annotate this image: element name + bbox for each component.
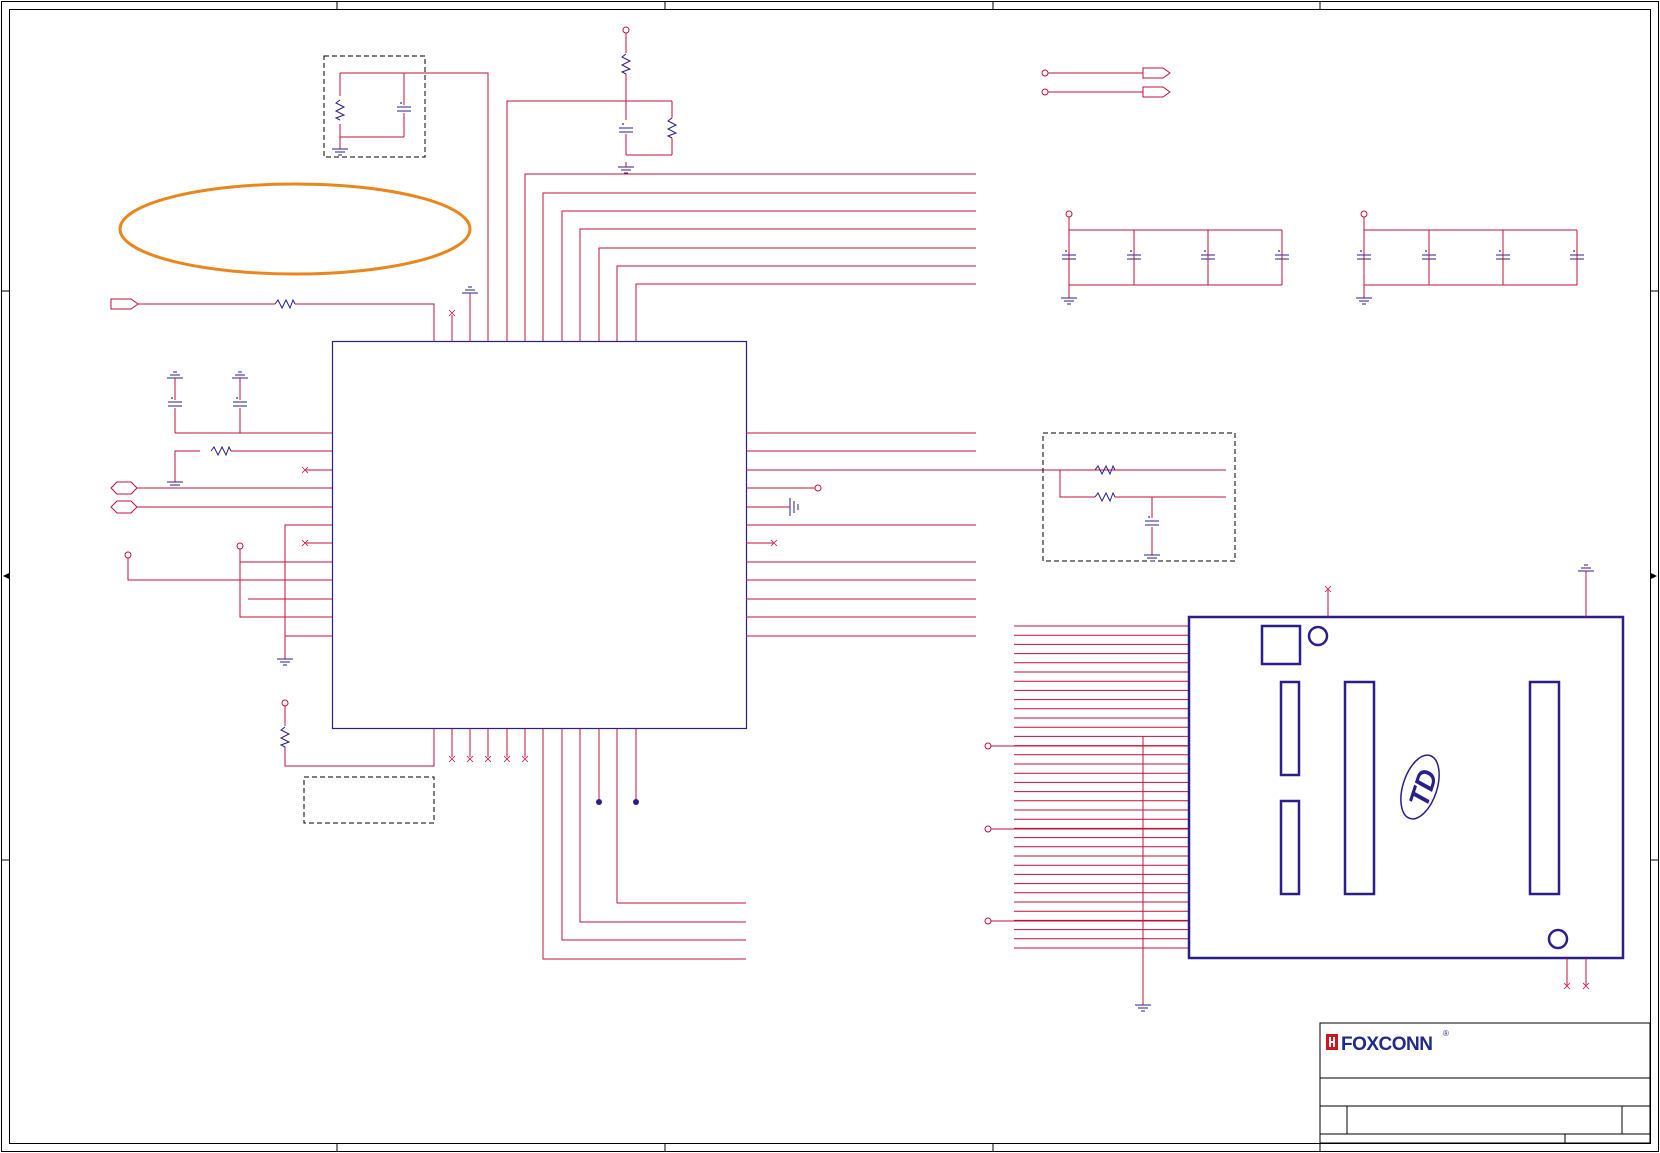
zone-arrow-icon [3, 573, 1657, 579]
module-rails [984, 736, 1144, 1000]
main-ic-body [331, 340, 748, 730]
left-ports [110, 481, 332, 514]
left-decoupling [166, 371, 332, 489]
bottom-nc-pins [451, 729, 526, 757]
decoupling-bank-2 [1355, 210, 1585, 305]
schematic-canvas: TD FOXCONN ® [1, 1, 1659, 1152]
registered-mark: ® [1443, 1029, 1449, 1038]
left-lower-pins [124, 524, 332, 656]
foxconn-logo: FOXCONN ® [1326, 1029, 1449, 1055]
offpage-port-icon [1041, 67, 1171, 98]
schematic-sheet: TD FOXCONN ® [0, 0, 1660, 1153]
module-td-badge: TD [1400, 754, 1444, 820]
module-badge-text: TD [1403, 766, 1444, 811]
annotation-ellipse [118, 182, 472, 276]
input-port-top [110, 298, 435, 341]
junction-icon [633, 799, 639, 805]
module-fanout-lines [991, 625, 1189, 949]
rc-network-right [1042, 432, 1236, 562]
bottom-pin-bus [542, 729, 746, 960]
junction-icon [596, 799, 602, 805]
company-logo-text: FOXCONN [1341, 1034, 1433, 1055]
module-body [1187, 615, 1625, 960]
rc-pullup-top [506, 26, 677, 341]
right-pin-bus [746, 432, 1226, 637]
decoupling-bank-1 [1060, 210, 1290, 305]
top-pin-bus [524, 173, 976, 341]
bottom-left-pullup [280, 699, 435, 824]
ground-icon [789, 498, 799, 516]
rc-filter-top-left [323, 55, 489, 341]
